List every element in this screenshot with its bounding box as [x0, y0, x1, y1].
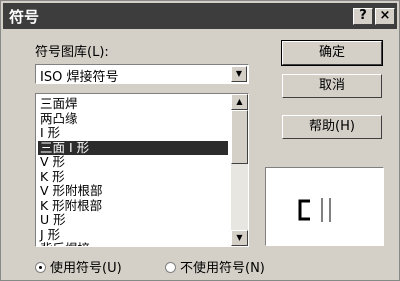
- list-item[interactable]: I 形: [38, 125, 228, 141]
- list-item[interactable]: 三面 I 形: [38, 140, 228, 155]
- help-button[interactable]: 帮助(H): [282, 115, 382, 139]
- scroll-down-icon[interactable]: ▼: [231, 230, 248, 246]
- cancel-button[interactable]: 取消: [282, 74, 382, 98]
- library-dropdown[interactable]: ISO 焊接符号 ▼: [35, 64, 249, 85]
- symbol-preview: [265, 167, 384, 246]
- list-item[interactable]: V 形附根部: [38, 183, 228, 199]
- help-icon[interactable]: ?: [353, 8, 373, 25]
- list-item[interactable]: 三面焊: [38, 96, 228, 112]
- scroll-thumb[interactable]: [231, 110, 248, 164]
- dialog-title: 符号: [9, 8, 40, 26]
- list-item[interactable]: 两凸缘: [38, 111, 228, 127]
- symbol-list-scrollbar[interactable]: ▲ ▼: [231, 94, 248, 246]
- chevron-down-icon[interactable]: ▼: [231, 66, 247, 82]
- list-item[interactable]: K 形: [38, 169, 228, 185]
- use-symbol-label: 使用符号(U): [50, 261, 122, 276]
- library-label: 符号图库(L):: [35, 45, 109, 60]
- use-symbol-option[interactable]: 使用符号(U): [35, 257, 122, 276]
- close-icon[interactable]: ×: [375, 8, 395, 25]
- symbol-list[interactable]: 三面焊两凸缘I 形三面 I 形V 形K 形V 形附根部K 形附根部U 形J 形背…: [35, 93, 249, 247]
- list-item[interactable]: K 形附根部: [38, 198, 228, 214]
- weld-symbol-preview-icon: [298, 198, 331, 222]
- list-item[interactable]: V 形: [38, 154, 228, 170]
- no-symbol-label: 不使用符号(N): [180, 261, 265, 276]
- list-item[interactable]: J 形: [38, 227, 228, 243]
- no-symbol-option[interactable]: 不使用符号(N): [165, 257, 265, 276]
- radio-off-icon[interactable]: [165, 262, 176, 273]
- symbol-list-items: 三面焊两凸缘I 形三面 I 形V 形K 形V 形附根部K 形附根部U 形J 形背…: [38, 96, 228, 246]
- title-bar: 符号 ? ×: [3, 3, 397, 29]
- list-item[interactable]: 背后焊接: [38, 241, 228, 246]
- ok-button[interactable]: 确定: [281, 40, 383, 66]
- symbol-dialog: 符号 ? × 符号图库(L): ISO 焊接符号 ▼ 三面焊 两凸缘 I 形三面 I…: [0, 0, 400, 281]
- list-item[interactable]: U 形: [38, 212, 228, 228]
- radio-on-icon[interactable]: [35, 262, 46, 273]
- library-dropdown-value: ISO 焊接符号: [40, 70, 119, 85]
- scroll-up-icon[interactable]: ▲: [231, 94, 248, 110]
